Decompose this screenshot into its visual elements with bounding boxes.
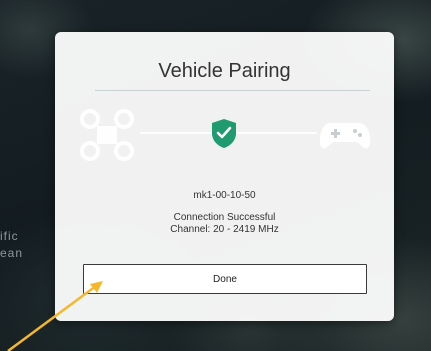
shield-check-icon	[212, 119, 236, 148]
map-label-ocean-line2: ean	[0, 246, 24, 260]
device-name: mk1-00-10-50	[193, 190, 256, 201]
drone-icon	[80, 109, 134, 161]
channel-info: Channel: 20 - 2419 MHz	[170, 224, 279, 235]
title-divider	[95, 90, 370, 91]
map-label-ocean-line1: ific	[0, 229, 19, 243]
annotation-arrow-icon	[7, 281, 103, 351]
dialog-title: Vehicle Pairing	[158, 60, 291, 82]
connection-status: Connection Successful	[173, 212, 276, 223]
pairing-graphic	[80, 109, 371, 161]
gamepad-icon	[319, 123, 371, 149]
done-button[interactable]: Done	[83, 264, 367, 294]
